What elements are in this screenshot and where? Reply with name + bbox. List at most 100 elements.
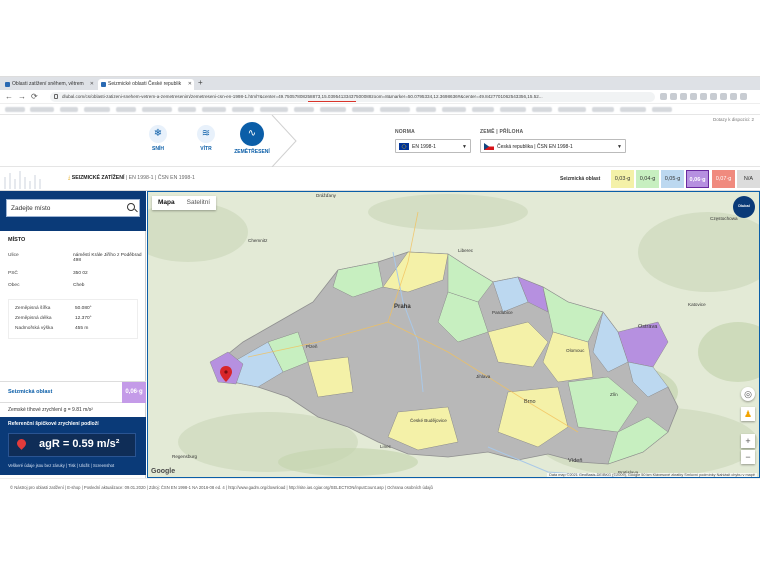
bookmark[interactable]	[500, 107, 526, 112]
city-label-ostrava: Ostrava	[638, 324, 658, 330]
gravity-text: Zemské tíhové zrychlení g = 9.81 m/s²	[8, 407, 93, 413]
acceleration-value-box: agR = 0.59 m/s²	[8, 433, 136, 457]
extension-icon[interactable]	[690, 93, 697, 100]
extension-icon[interactable]	[700, 93, 707, 100]
locate-icon[interactable]: ◎	[741, 387, 755, 401]
forward-icon[interactable]: →	[18, 92, 26, 101]
street-value: náměstí Krále Jiřího z Poděbrad 498	[73, 253, 142, 263]
reload-icon[interactable]: ⟳	[31, 92, 38, 101]
dlubal-logo: Dlubal	[733, 196, 755, 218]
seismic-wave-icon: ∿	[240, 122, 264, 146]
place-search-input[interactable]: Zadejte místo	[6, 199, 140, 217]
zone-legend-007: 0,07·g	[712, 170, 735, 188]
bookmark[interactable]	[442, 107, 466, 112]
country-value: Česká republika | ČSN EN 1998-1	[497, 144, 573, 150]
breadcrumb-annex: ČSN EN 1998-1	[157, 175, 195, 181]
bookmark[interactable]	[558, 107, 586, 112]
extension-icon[interactable]	[740, 93, 747, 100]
bookmark[interactable]	[320, 107, 346, 112]
extension-icon[interactable]	[660, 93, 667, 100]
url-text: dlubal.com/cs/oblasti-zatizeni-snehem-ve…	[62, 94, 543, 99]
acceleration-title: Referenční špičkové zrychlení podloží	[8, 421, 99, 427]
bookmark[interactable]	[260, 107, 288, 112]
browser-tab-snow[interactable]: Oblasti zatížení sněhem, větrem ✕	[2, 79, 96, 90]
seismic-map[interactable]: Drážďany Praha Brno Ostrava Katovice Víd…	[147, 191, 760, 478]
bookmark[interactable]	[416, 107, 436, 112]
extension-icon[interactable]	[670, 93, 677, 100]
norm-select[interactable]: EN 1998-1 ▼	[395, 139, 471, 153]
url-input[interactable]: dlubal.com/cs/oblasti-zatizeni-snehem-ve…	[50, 92, 655, 102]
street-row: Ulice náměstí Krále Jiřího z Poděbrad 49…	[8, 253, 142, 263]
seismic-zone-label: Seizmická oblast	[8, 389, 53, 395]
bookmark[interactable]	[30, 107, 54, 112]
longitude-label: Zeměpisná délka	[15, 316, 52, 321]
city-label-plzen: Plzeň	[306, 344, 318, 349]
city-label-jihlava: Jihlava	[476, 374, 491, 379]
zoom-in-button[interactable]: +	[741, 434, 755, 448]
zoom-out-button[interactable]: −	[741, 450, 755, 464]
city-label-pardubice: Pardubice	[492, 310, 513, 315]
search-placeholder: Zadejte místo	[11, 205, 51, 212]
pegman-icon[interactable]: ♟	[741, 407, 755, 421]
category-earthquake[interactable]: ∿ ZEMĚTŘESENÍ	[232, 122, 272, 155]
category-snow[interactable]: ❄ SNÍH	[138, 125, 178, 152]
city-label-dresden: Drážďany	[316, 193, 336, 198]
street-label: Ulice	[8, 253, 19, 258]
category-label: ZEMĚTŘESENÍ	[234, 149, 270, 155]
queries-note: Dotazy k dispozici: 2	[712, 117, 754, 122]
extension-icon[interactable]	[730, 93, 737, 100]
location-sidebar: Zadejte místo MÍSTO Ulice náměstí Krále …	[0, 191, 146, 488]
map-tab-map[interactable]: Mapa	[152, 196, 181, 210]
bookmarks-bar	[0, 104, 760, 115]
close-icon[interactable]: ✕	[90, 81, 94, 87]
tab-strip: Oblasti zatížení sněhem, větrem ✕ Seizmi…	[0, 77, 760, 90]
altitude-label: Nadmořská výška	[15, 326, 54, 331]
bookmark[interactable]	[532, 107, 552, 112]
bookmark[interactable]	[294, 107, 314, 112]
bookmark[interactable]	[592, 107, 614, 112]
extension-icon[interactable]	[720, 93, 727, 100]
country-select[interactable]: Česká republika | ČSN EN 1998-1 ▼	[480, 139, 626, 153]
norm-label: NORMA	[395, 129, 415, 135]
back-icon[interactable]: ←	[5, 92, 13, 101]
bookmark[interactable]	[84, 107, 110, 112]
favicon-icon	[101, 82, 106, 87]
map-tab-satellite[interactable]: Satelitní	[181, 196, 217, 210]
bookmark[interactable]	[178, 107, 196, 112]
category-label: SNÍH	[152, 146, 164, 152]
bookmark[interactable]	[352, 107, 374, 112]
zone-legend-006-selected: 0,06·g	[686, 170, 709, 188]
close-icon[interactable]: ✕	[188, 81, 192, 87]
bookmark[interactable]	[620, 107, 646, 112]
bookmark[interactable]	[60, 107, 78, 112]
category-wind[interactable]: ≋ VÍTR	[186, 125, 226, 152]
map-attribution: Data map ©2021 GeoBasis-DE/BKG (©2009), …	[547, 473, 757, 477]
eu-flag-icon	[399, 143, 409, 150]
zip-value: 350 02	[73, 271, 88, 276]
bookmark[interactable]	[202, 107, 226, 112]
page-footer: © Nástroj pro oblasti zatížení | E-shop …	[0, 478, 760, 495]
bookmark[interactable]	[652, 107, 672, 112]
acceleration-links[interactable]: Veškeré údaje jsou bez záruky | Tisk | U…	[8, 463, 114, 468]
search-icon[interactable]	[127, 203, 135, 211]
seismic-zone-row: Seizmická oblast 0,06·g	[0, 381, 146, 403]
arrow-down-icon: ⤓	[68, 175, 71, 181]
extension-icon[interactable]	[680, 93, 687, 100]
zone-legend-004: 0,04·g	[636, 170, 659, 188]
extension-icon[interactable]	[710, 93, 717, 100]
city-label-regensburg: Regensburg	[172, 454, 198, 459]
breadcrumb: ⤓ SEIZMICKÉ ZATÍŽENÍ | EN 1998-1 | ČSN E…	[68, 175, 195, 182]
browser-tab-seismic[interactable]: Seizmické oblasti České republik ✕	[98, 79, 194, 90]
zip-row: PSČ 350 02	[8, 271, 88, 276]
latitude-row: Zeměpisná šířka 50.080°	[15, 306, 92, 311]
category-label: VÍTR	[200, 146, 212, 152]
bookmark[interactable]	[380, 107, 410, 112]
lock-icon	[54, 94, 58, 99]
bookmark[interactable]	[5, 107, 25, 112]
bookmark[interactable]	[472, 107, 494, 112]
new-tab-icon[interactable]: +	[198, 78, 203, 87]
bookmark[interactable]	[116, 107, 136, 112]
bookmark[interactable]	[232, 107, 254, 112]
bookmark[interactable]	[142, 107, 172, 112]
caret-down-icon: ▼	[617, 144, 622, 150]
